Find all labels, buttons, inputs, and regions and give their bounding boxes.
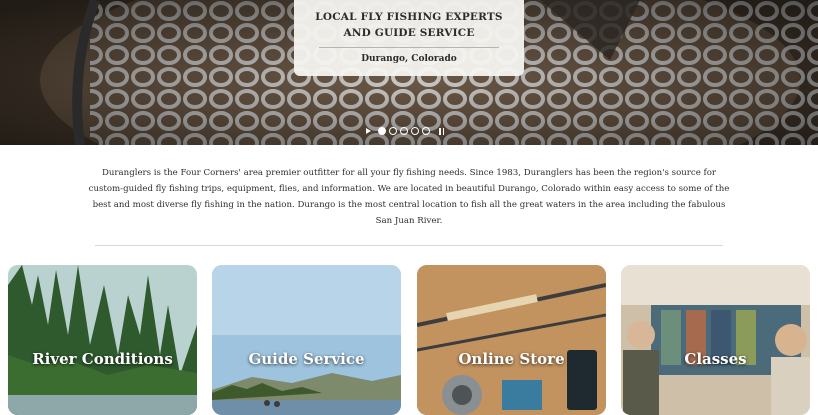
fly-shop-interior-image (621, 265, 810, 415)
card-online-store[interactable]: Online Store (417, 265, 606, 415)
play-icon[interactable] (366, 128, 371, 134)
slide-dot-4[interactable] (411, 127, 419, 135)
card-label-classes: Classes (684, 350, 747, 368)
card-river-conditions[interactable]: River Conditions (8, 265, 197, 415)
card-guide-service[interactable]: Guide Service (212, 265, 401, 415)
slide-dot-2[interactable] (389, 127, 397, 135)
slider-controls (366, 126, 444, 136)
card-label-river-conditions: River Conditions (32, 350, 173, 368)
slide-dot-1[interactable] (378, 127, 386, 135)
slide-dot-5[interactable] (422, 127, 430, 135)
intro-paragraph: Duranglers is the Four Corners' area pre… (88, 168, 730, 226)
card-classes[interactable]: Classes (621, 265, 810, 415)
hero-title-line2: AND GUIDE SERVICE (343, 27, 475, 39)
hero-location: Durango, Colorado (361, 54, 457, 64)
pause-icon[interactable] (439, 127, 444, 135)
fishing-gear-image (417, 265, 606, 415)
river-valley-image (212, 265, 401, 415)
hero-title-line1: LOCAL FLY FISHING EXPERTS (315, 11, 503, 23)
hero-divider (319, 47, 499, 48)
card-label-guide-service: Guide Service (248, 350, 365, 368)
card-label-online-store: Online Store (458, 350, 565, 368)
hero-caption-card: LOCAL FLY FISHING EXPERTS AND GUIDE SERV… (294, 0, 524, 76)
section-divider (95, 245, 723, 246)
forest-river-image (8, 265, 197, 415)
slide-dot-3[interactable] (400, 127, 408, 135)
hero-banner: LOCAL FLY FISHING EXPERTS AND GUIDE SERV… (0, 0, 818, 145)
